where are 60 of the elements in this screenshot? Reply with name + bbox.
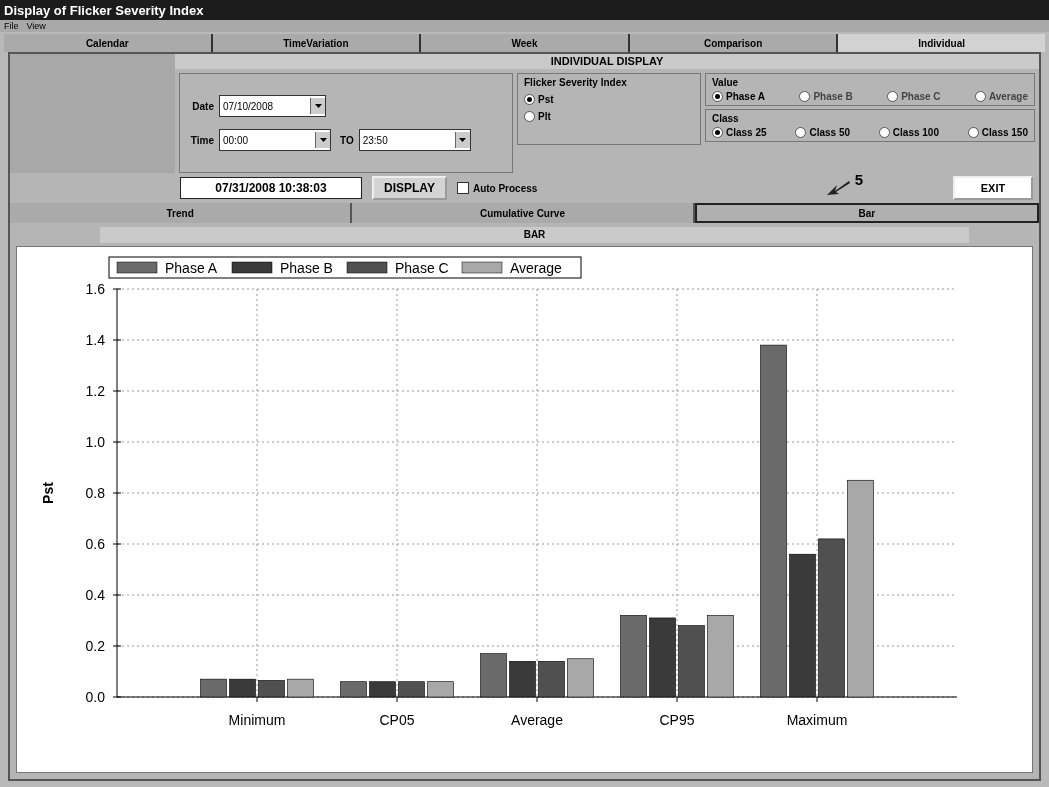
dropdown-icon — [314, 104, 322, 108]
exit-button[interactable]: EXIT — [953, 176, 1033, 200]
dropdown-icon — [319, 138, 327, 142]
radio-option[interactable]: Class 100 — [878, 127, 939, 138]
radio-option[interactable]: Pst — [524, 94, 694, 105]
radio-option[interactable]: Phase A — [712, 91, 766, 102]
axis-title: Pst — [40, 482, 56, 504]
legend-label: Phase A — [165, 260, 218, 276]
time-to-field[interactable]: 23:50 — [358, 129, 471, 151]
tab[interactable]: TimeVariation — [212, 34, 422, 52]
axis-tick-label: 0.6 — [85, 536, 105, 552]
window-title: Display of Flicker Severity Index — [4, 2, 204, 18]
group-title: Flicker Severity Index — [524, 77, 628, 88]
to-label: TO — [340, 134, 354, 146]
tab[interactable]: Cumulative Curve — [352, 203, 695, 223]
chart-title: BAR — [100, 227, 969, 243]
radio-option[interactable]: Class 150 — [967, 127, 1028, 138]
axis-tick-label: CP05 — [379, 712, 415, 728]
group-title: Value — [712, 77, 740, 88]
menu-item[interactable]: File — [4, 21, 19, 31]
annotation-number: 5 — [854, 171, 863, 188]
tab[interactable]: Trend — [10, 203, 353, 223]
axis-tick-label: 0.8 — [85, 485, 105, 501]
axis-tick-label: 1.0 — [85, 434, 105, 450]
time-label: Time — [189, 134, 214, 146]
time-from-field[interactable]: 00:00 — [219, 129, 331, 151]
tab[interactable]: Bar — [694, 203, 1039, 223]
radio-option[interactable]: Class 50 — [795, 127, 850, 138]
timestamp-field: 07/31/2008 10:38:03 — [180, 177, 362, 199]
radio-option[interactable]: Average — [974, 91, 1028, 102]
radio-option[interactable]: Phase C — [887, 91, 941, 102]
tab[interactable]: Individual — [838, 34, 1045, 52]
axis-tick-label: 0.4 — [85, 587, 105, 603]
date-label: Date — [191, 100, 214, 112]
tab[interactable]: Calendar — [4, 34, 213, 52]
tab[interactable]: Comparison — [629, 34, 839, 52]
legend-label: Phase B — [280, 260, 333, 276]
axis-tick-label: Minimum — [228, 712, 286, 728]
axis-tick-label: 0.2 — [85, 638, 105, 654]
axis-tick-label: 0.0 — [85, 689, 105, 705]
axis-tick-label: 1.4 — [85, 332, 105, 348]
legend-label: Phase C — [395, 260, 449, 276]
date-field[interactable]: 07/10/2008 — [219, 95, 326, 117]
panel-title: INDIVIDUAL DISPLAY — [175, 54, 1039, 69]
auto-process-checkbox[interactable]: Auto Process — [456, 182, 538, 194]
menu-item[interactable]: View — [26, 21, 46, 31]
axis-tick-label: Maximum — [786, 712, 848, 728]
axis-tick-label: 1.2 — [85, 383, 105, 399]
dropdown-icon — [459, 138, 467, 142]
arrow-icon — [827, 179, 851, 197]
tab[interactable]: Week — [421, 34, 630, 52]
radio-option[interactable]: Class 25 — [712, 127, 767, 138]
legend-label: Average — [510, 260, 562, 276]
display-button[interactable]: DISPLAY — [372, 176, 447, 200]
radio-option[interactable]: Plt — [524, 111, 694, 122]
axis-tick-label: Average — [511, 712, 563, 728]
group-title: Class — [712, 113, 740, 124]
axis-tick-label: 1.6 — [85, 281, 105, 297]
axis-tick-label: CP95 — [659, 712, 695, 728]
radio-option[interactable]: Phase B — [799, 91, 853, 102]
